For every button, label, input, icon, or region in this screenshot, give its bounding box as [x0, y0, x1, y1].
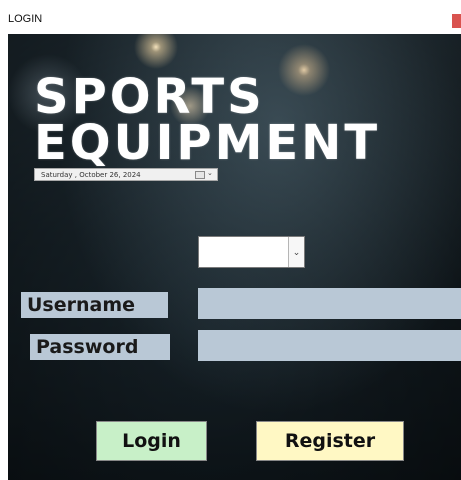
role-dropdown[interactable]: ⌄	[198, 236, 305, 268]
app-logo-title: SPORTS EQUIPMENT	[34, 69, 454, 171]
logo-line-equipment: EQUIPMENT	[34, 115, 381, 171]
calendar-icon[interactable]	[195, 171, 205, 179]
chevron-down-icon[interactable]: ⌄	[288, 237, 304, 267]
date-value: Saturday , October 26, 2024	[41, 170, 141, 179]
title-bar[interactable]: LOGIN	[0, 0, 461, 34]
login-window: LOGIN SPORTS EQUIPMENT Saturday , Octobe…	[0, 0, 461, 480]
register-button[interactable]: Register	[256, 421, 404, 461]
password-input[interactable]	[198, 330, 461, 361]
chevron-down-icon[interactable]: ⌄	[207, 169, 213, 177]
date-picker[interactable]: Saturday , October 26, 2024 ⌄	[34, 168, 218, 181]
window-title: LOGIN	[8, 13, 43, 25]
username-label: Username	[21, 292, 168, 318]
username-input[interactable]	[198, 288, 461, 319]
logo-line-sports: SPORTS	[34, 69, 265, 125]
password-label: Password	[30, 334, 170, 360]
login-button[interactable]: Login	[96, 421, 207, 461]
close-icon[interactable]	[452, 14, 461, 28]
